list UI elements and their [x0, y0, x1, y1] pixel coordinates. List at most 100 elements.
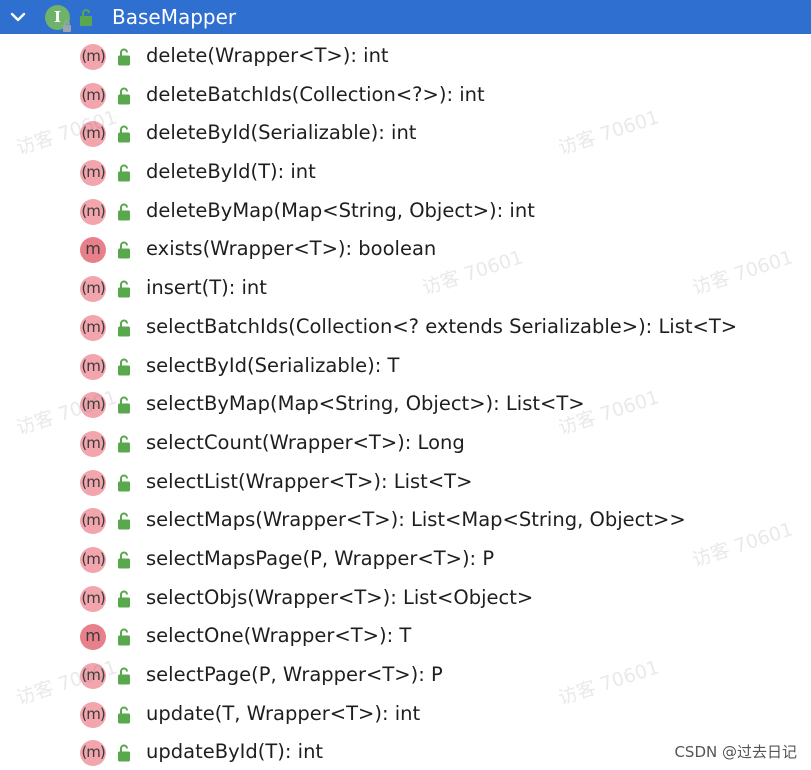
chevron-down-icon[interactable]	[9, 8, 27, 26]
interface-name: BaseMapper	[112, 5, 237, 29]
method-glyph: m	[86, 201, 101, 220]
lock-icon	[116, 705, 132, 724]
method-row[interactable]: (m) delete(Wrapper<T>): int	[0, 37, 811, 76]
lock-icon	[116, 434, 132, 453]
method-row[interactable]: (m) selectCount(Wrapper<T>): Long	[0, 424, 811, 463]
lock-icon	[116, 124, 132, 143]
method-glyph: m	[86, 395, 101, 414]
method-signature: selectMaps(Wrapper<T>): List<Map<String,…	[146, 508, 686, 532]
method-signature: delete(Wrapper<T>): int	[146, 44, 389, 67]
method-signature: selectPage(P, Wrapper<T>): P	[146, 663, 443, 686]
method-glyph: m	[86, 317, 101, 336]
method-glyph: m	[86, 588, 101, 607]
method-glyph: m	[86, 356, 101, 375]
method-icon: (m)	[80, 585, 106, 612]
method-glyph: m	[86, 47, 101, 65]
method-icon: (m)	[80, 82, 106, 109]
method-row[interactable]: (m) selectBatchIds(Collection<? extends S…	[0, 308, 811, 347]
lock-icon	[116, 395, 132, 414]
method-row[interactable]: (m) selectById(Serializable): T	[0, 347, 811, 386]
method-signature: updateById(T): int	[146, 740, 324, 764]
method-row[interactable]: (m) deleteById(T): int	[0, 153, 811, 192]
method-icon: (m)	[80, 663, 106, 689]
method-row[interactable]: (m) insert(T): int	[0, 269, 811, 308]
lock-icon	[116, 163, 132, 182]
method-signature: update(T, Wrapper<T>): int	[146, 701, 421, 725]
method-icon: (m)	[80, 44, 106, 70]
footer-credit: CSDN @过去日记	[674, 743, 797, 761]
method-row[interactable]: (m) selectList(Wrapper<T>): List<T>	[0, 463, 811, 502]
method-icon: (m)	[80, 160, 106, 187]
method-icon: (m)	[80, 508, 106, 535]
lock-icon	[116, 743, 132, 762]
lock-icon	[116, 318, 132, 337]
method-signature: selectMapsPage(P, Wrapper<T>): P	[146, 546, 495, 570]
method-glyph: m	[86, 433, 101, 452]
method-glyph: m	[86, 163, 101, 182]
method-list: (m) delete(Wrapper<T>): int (m) deleteBatch…	[0, 37, 811, 770]
lock-icon	[80, 9, 92, 26]
method-signature: selectByMap(Map<String, Object>): List<T…	[146, 392, 585, 416]
lock-icon	[116, 666, 132, 685]
method-signature: selectBatchIds(Collection<? extends Seri…	[146, 314, 738, 338]
method-glyph: m	[86, 472, 101, 491]
method-signature: deleteById(Serializable): int	[146, 121, 417, 145]
method-signature: selectCount(Wrapper<T>): Long	[146, 430, 465, 454]
method-icon: m	[80, 237, 106, 264]
lock-icon	[116, 511, 132, 530]
lock-icon	[116, 86, 132, 105]
method-row[interactable]: (m) update(T, Wrapper<T>): int	[0, 695, 811, 734]
method-row[interactable]: (m) deleteById(Serializable): int	[0, 114, 811, 153]
method-glyph: m	[86, 743, 101, 762]
method-icon: (m)	[80, 546, 106, 573]
method-icon: (m)	[80, 430, 106, 457]
method-glyph: m	[86, 279, 101, 298]
method-signature: insert(T): int	[146, 276, 267, 300]
lock-icon	[63, 20, 71, 32]
method-glyph: m	[86, 549, 101, 568]
method-signature: selectById(Serializable): T	[146, 353, 400, 377]
lock-icon	[116, 47, 132, 66]
method-row[interactable]: m exists(Wrapper<T>): boolean	[0, 230, 811, 269]
method-icon: (m)	[80, 121, 106, 148]
structure-panel: I BaseMapper (m) delete(Wrapper<T>): int(…	[0, 0, 811, 770]
method-row[interactable]: (m) deleteByMap(Map<String, Object>): int	[0, 192, 811, 231]
method-signature: selectOne(Wrapper<T>): T	[146, 624, 412, 648]
method-icon: (m)	[80, 701, 106, 728]
method-icon: m	[80, 624, 106, 651]
method-icon: (m)	[80, 740, 106, 767]
method-glyph: m	[86, 704, 101, 723]
method-signature: selectObjs(Wrapper<T>): List<Object>	[146, 585, 534, 609]
method-row[interactable]: (m) deleteBatchIds(Collection<?>): int	[0, 76, 811, 115]
lock-icon	[116, 202, 132, 221]
tree-header-basemapper[interactable]: I BaseMapper	[0, 0, 811, 34]
lock-icon	[116, 357, 132, 376]
method-glyph: m	[86, 666, 101, 684]
method-row[interactable]: (m) selectPage(P, Wrapper<T>): P	[0, 656, 811, 695]
method-signature: deleteByMap(Map<String, Object>): int	[146, 198, 535, 222]
method-row[interactable]: (m) selectObjs(Wrapper<T>): List<Object>	[0, 579, 811, 618]
method-glyph: m	[86, 85, 101, 104]
lock-icon	[116, 473, 132, 492]
method-glyph: m	[86, 124, 101, 143]
method-glyph: m	[85, 239, 101, 259]
lock-icon	[116, 550, 132, 569]
method-icon: (m)	[80, 353, 106, 380]
method-signature: selectList(Wrapper<T>): List<T>	[146, 469, 473, 493]
lock-icon	[116, 279, 132, 298]
method-glyph: m	[85, 626, 101, 646]
method-icon: (m)	[80, 469, 106, 496]
method-row[interactable]: (m) selectMapsPage(P, Wrapper<T>): P	[0, 540, 811, 579]
method-icon: (m)	[80, 198, 106, 225]
lock-icon	[116, 589, 132, 608]
method-icon: (m)	[80, 276, 106, 303]
lock-icon	[116, 240, 132, 259]
method-signature: deleteBatchIds(Collection<?>): int	[146, 82, 485, 106]
method-row[interactable]: m selectOne(Wrapper<T>): T	[0, 617, 811, 656]
method-icon: (m)	[80, 314, 106, 341]
lock-icon	[116, 627, 132, 646]
method-signature: deleteById(T): int	[146, 160, 316, 184]
method-row[interactable]: (m) selectMaps(Wrapper<T>): List<Map<Stri…	[0, 501, 811, 540]
method-row[interactable]: (m) selectByMap(Map<String, Object>): Lis…	[0, 385, 811, 424]
method-glyph: m	[86, 511, 101, 530]
